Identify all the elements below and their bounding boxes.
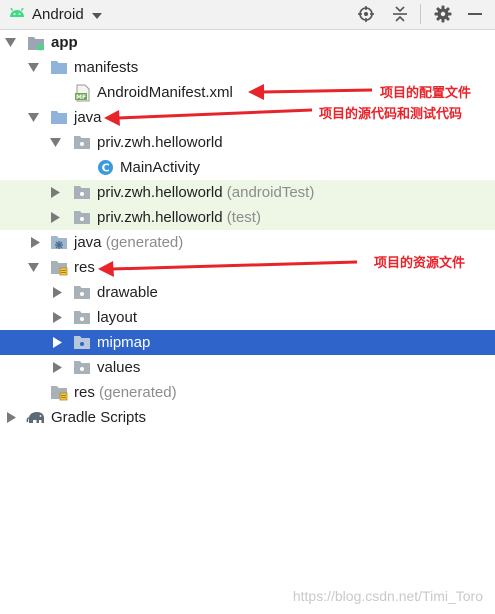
chevron-expanded-icon[interactable]	[50, 137, 61, 148]
generated-suffix: (generated)	[99, 384, 177, 401]
svg-text:MF: MF	[76, 94, 86, 101]
tree-label-mipmap: mipmap	[97, 334, 151, 351]
gear-icon[interactable]	[433, 4, 453, 24]
tree-label-java: java	[74, 109, 102, 126]
tree-node-app[interactable]: app	[0, 30, 495, 55]
tree-label-gradle-scripts: Gradle Scripts	[51, 409, 147, 426]
chevron-collapsed-icon[interactable]	[52, 362, 63, 373]
project-view-selector[interactable]: Android	[8, 3, 102, 25]
resource-folder-icon	[50, 259, 68, 276]
tree-label-main-activity: MainActivity	[120, 159, 201, 176]
toolbar-separator	[420, 4, 421, 24]
svg-text:C: C	[101, 162, 109, 175]
tree-label-drawable: drawable	[97, 284, 158, 301]
android-icon	[8, 5, 26, 23]
tree-node-package-android-test[interactable]: priv.zwh.helloworld (androidTest)	[0, 180, 495, 205]
annotation-source-and-test: 项目的源代码和测试代码	[319, 107, 463, 122]
chevron-expanded-icon[interactable]	[28, 112, 39, 123]
tree-node-main-activity[interactable]: C MainActivity	[0, 155, 495, 180]
package-icon	[73, 209, 91, 226]
chevron-collapsed-icon[interactable]	[50, 187, 61, 198]
tree-label-values: values	[97, 359, 141, 376]
tree-node-package-test[interactable]: priv.zwh.helloworld (test)	[0, 205, 495, 230]
locate-icon[interactable]	[356, 4, 376, 24]
tree-node-mipmap[interactable]: mipmap	[0, 330, 495, 355]
chevron-expanded-icon[interactable]	[5, 37, 16, 48]
chevron-collapsed-icon[interactable]	[52, 312, 63, 323]
chevron-collapsed-icon[interactable]	[52, 337, 63, 348]
annotation-resources: 项目的资源文件	[374, 256, 466, 271]
tree-label-res-generated: res (generated)	[74, 384, 177, 401]
tree-label-package-main: priv.zwh.helloworld	[97, 134, 223, 151]
manifest-file-icon: MF	[74, 84, 92, 101]
folder-icon	[73, 309, 91, 326]
package-icon	[73, 184, 91, 201]
chevron-expanded-icon[interactable]	[28, 262, 39, 273]
collapse-all-icon[interactable]	[390, 4, 410, 24]
generated-folder-icon	[50, 234, 68, 251]
chevron-down-icon	[91, 6, 102, 23]
folder-icon	[73, 334, 91, 351]
tree-label-manifests: manifests	[74, 59, 139, 76]
tree-node-gradle-scripts[interactable]: Gradle Scripts	[0, 405, 495, 430]
tree-node-values[interactable]: values	[0, 355, 495, 380]
watermark: https://blog.csdn.net/Timi_Toro	[292, 588, 483, 604]
generated-suffix: (generated)	[105, 234, 184, 251]
tree-label-java-generated: java (generated)	[74, 234, 184, 251]
chevron-expanded-icon[interactable]	[28, 62, 39, 73]
tree-node-drawable[interactable]: drawable	[0, 280, 495, 305]
package-icon	[73, 134, 91, 151]
chevron-collapsed-icon[interactable]	[50, 212, 61, 223]
tree-node-layout[interactable]: layout	[0, 305, 495, 330]
chevron-collapsed-icon[interactable]	[30, 237, 41, 248]
source-set-suffix: (test)	[226, 209, 261, 226]
project-view-label: Android	[32, 5, 84, 23]
resource-folder-icon	[50, 384, 68, 401]
tree-node-manifests[interactable]: manifests	[0, 55, 495, 80]
tree-label-layout: layout	[97, 309, 138, 326]
chevron-collapsed-icon[interactable]	[52, 287, 63, 298]
tree-label-res: res	[74, 259, 95, 276]
class-icon: C	[96, 159, 114, 176]
folder-icon	[73, 284, 91, 301]
source-folder-icon	[50, 109, 68, 126]
minimize-icon[interactable]	[465, 4, 485, 24]
module-folder-icon	[27, 34, 45, 51]
tree-label-android-manifest: AndroidManifest.xml	[97, 84, 233, 101]
gradle-elephant-icon	[26, 409, 46, 426]
tree-label-package-test: priv.zwh.helloworld (test)	[97, 209, 261, 226]
source-set-suffix: (androidTest)	[226, 184, 315, 201]
tree-node-res-generated[interactable]: res (generated)	[0, 380, 495, 405]
folder-icon	[50, 59, 68, 76]
annotation-config-file: 项目的配置文件	[380, 86, 472, 101]
tree-label-package-android-test: priv.zwh.helloworld (androidTest)	[97, 184, 315, 201]
project-toolbar: Android	[0, 0, 495, 30]
tree-label-app: app	[51, 34, 78, 51]
folder-icon	[73, 359, 91, 376]
tree-node-package-main[interactable]: priv.zwh.helloworld	[0, 130, 495, 155]
chevron-collapsed-icon[interactable]	[6, 412, 17, 423]
